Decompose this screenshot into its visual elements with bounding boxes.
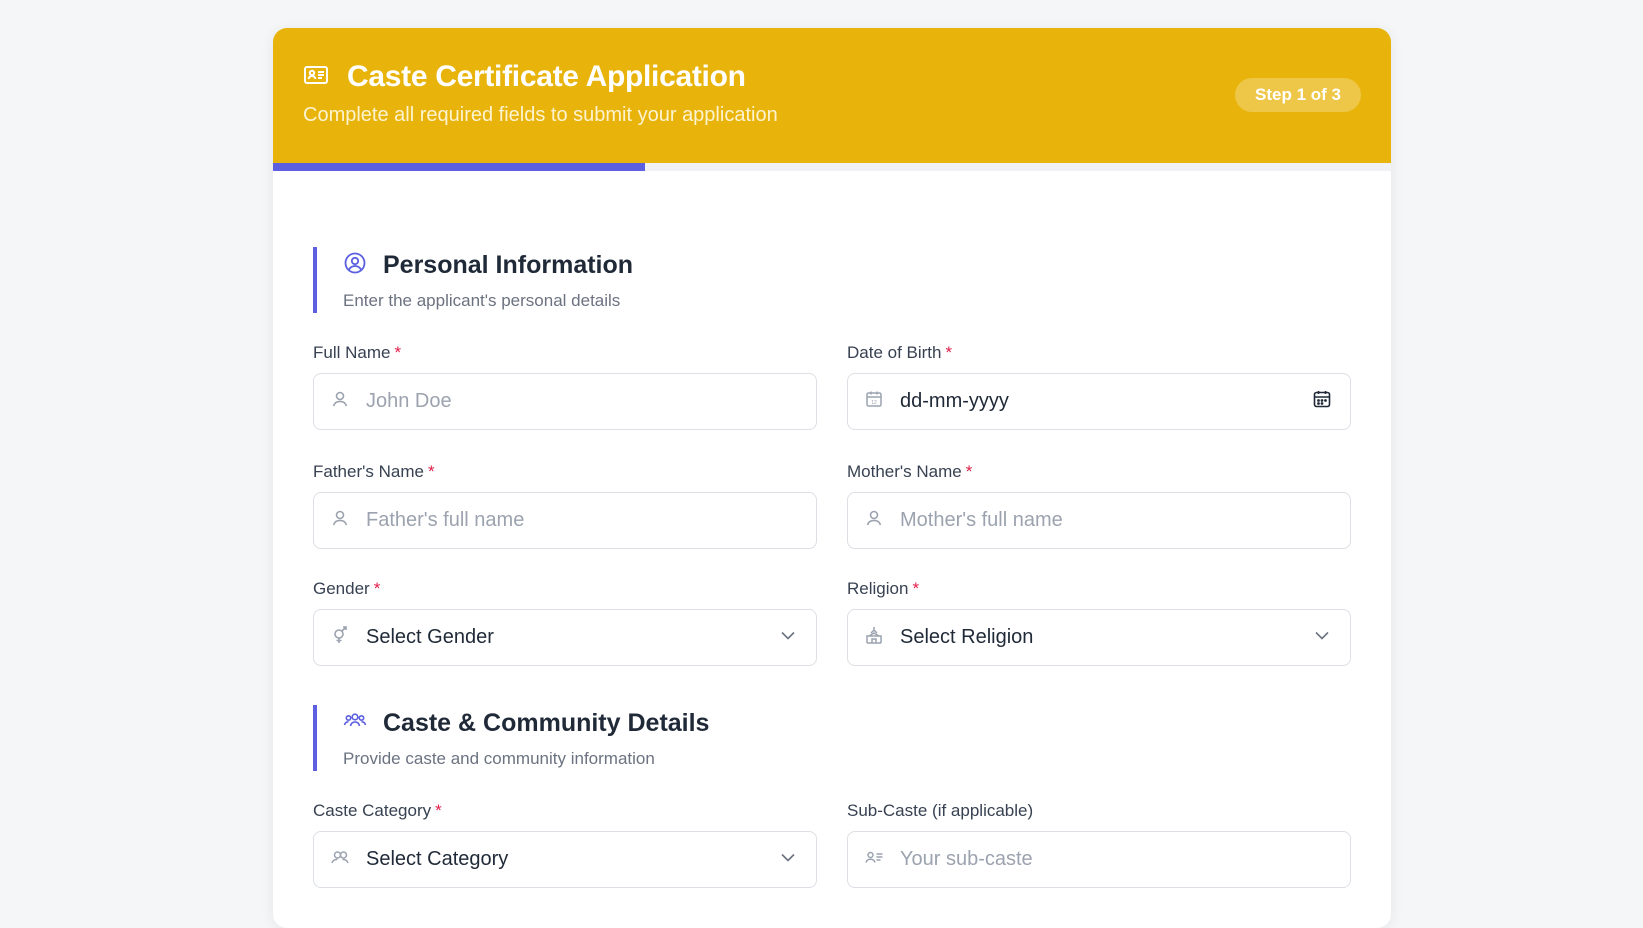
user-circle-icon [343,251,383,280]
calendar-icon: 12 [864,389,900,414]
gender-label: Gender [313,579,370,598]
required-marker: * [965,462,973,481]
temple-icon [864,625,900,650]
gender-field: Gender * Select Gender [313,579,817,666]
required-marker: * [427,462,435,481]
user-icon [864,508,900,533]
section-title: Caste & Community Details [383,708,710,737]
required-marker: * [945,343,953,362]
date-of-birth-value: dd-mm-yyyy [900,390,1009,412]
chevron-down-icon [1312,625,1332,650]
required-marker: * [373,579,381,598]
mother-name-field: Mother's Name * Mother's full name [847,462,1351,549]
religion-field: Religion * Select Religion [847,579,1351,666]
mother-name-label: Mother's Name [847,462,962,481]
sub-caste-label: Sub-Caste (if applicable) [847,801,1034,820]
father-name-input[interactable]: Father's full name [313,492,817,549]
required-marker: * [912,579,920,598]
full-name-field: Full Name * John Doe [313,343,817,430]
svg-text:12: 12 [871,400,877,406]
caste-category-field: Caste Category * Select Category [313,801,817,888]
religion-label: Religion [847,579,909,598]
application-card: Caste Certificate Application Complete a… [273,28,1391,928]
required-marker: * [394,343,402,362]
full-name-placeholder: John Doe [366,390,452,412]
calendar-picker-icon[interactable] [1312,389,1332,414]
chevron-down-icon [778,847,798,872]
section-title: Personal Information [383,250,634,279]
date-of-birth-field: Date of Birth * 12 dd-mm-yyyy [847,343,1351,430]
form-header: Caste Certificate Application Complete a… [273,28,1391,163]
mother-name-placeholder: Mother's full name [900,509,1063,531]
religion-selected-value: Select Religion [900,626,1034,648]
users-group-icon [343,709,383,738]
caste-category-select[interactable]: Select Category [313,831,817,888]
father-name-placeholder: Father's full name [366,509,525,531]
father-name-field: Father's Name * Father's full name [313,462,817,549]
sub-caste-input[interactable]: Your sub-caste [847,831,1351,888]
sub-caste-field: Sub-Caste (if applicable) Your sub-caste [847,801,1351,888]
section-subtitle: Provide caste and community information [343,749,655,768]
id-badge-icon [864,847,900,872]
caste-category-selected-value: Select Category [366,848,509,870]
step-badge: Step 1 of 3 [1235,78,1361,112]
section-personal-information: Personal Information Enter the applicant… [313,247,633,313]
progress-fill [273,163,646,171]
full-name-input[interactable]: John Doe [313,373,817,430]
gender-select[interactable]: Select Gender [313,609,817,666]
sub-caste-placeholder: Your sub-caste [900,848,1033,870]
gender-icon [330,625,366,650]
date-of-birth-label: Date of Birth [847,343,942,362]
religion-select[interactable]: Select Religion [847,609,1351,666]
chevron-down-icon [778,625,798,650]
required-marker: * [435,801,442,820]
gender-selected-value: Select Gender [366,626,494,648]
user-icon [330,389,366,414]
page-subtitle: Complete all required fields to submit y… [303,104,778,126]
caste-category-label: Caste Category [313,801,432,820]
full-name-label: Full Name [313,343,391,362]
page-title: Caste Certificate Application [347,60,746,93]
mother-name-input[interactable]: Mother's full name [847,492,1351,549]
section-caste-community: Caste & Community Details Provide caste … [313,705,709,771]
id-card-icon [303,62,347,93]
progress-bar [273,163,1391,171]
date-of-birth-input[interactable]: 12 dd-mm-yyyy [847,373,1351,430]
section-subtitle: Enter the applicant's personal details [343,291,621,310]
father-name-label: Father's Name [313,462,424,481]
user-icon [330,508,366,533]
users-icon [330,847,366,872]
